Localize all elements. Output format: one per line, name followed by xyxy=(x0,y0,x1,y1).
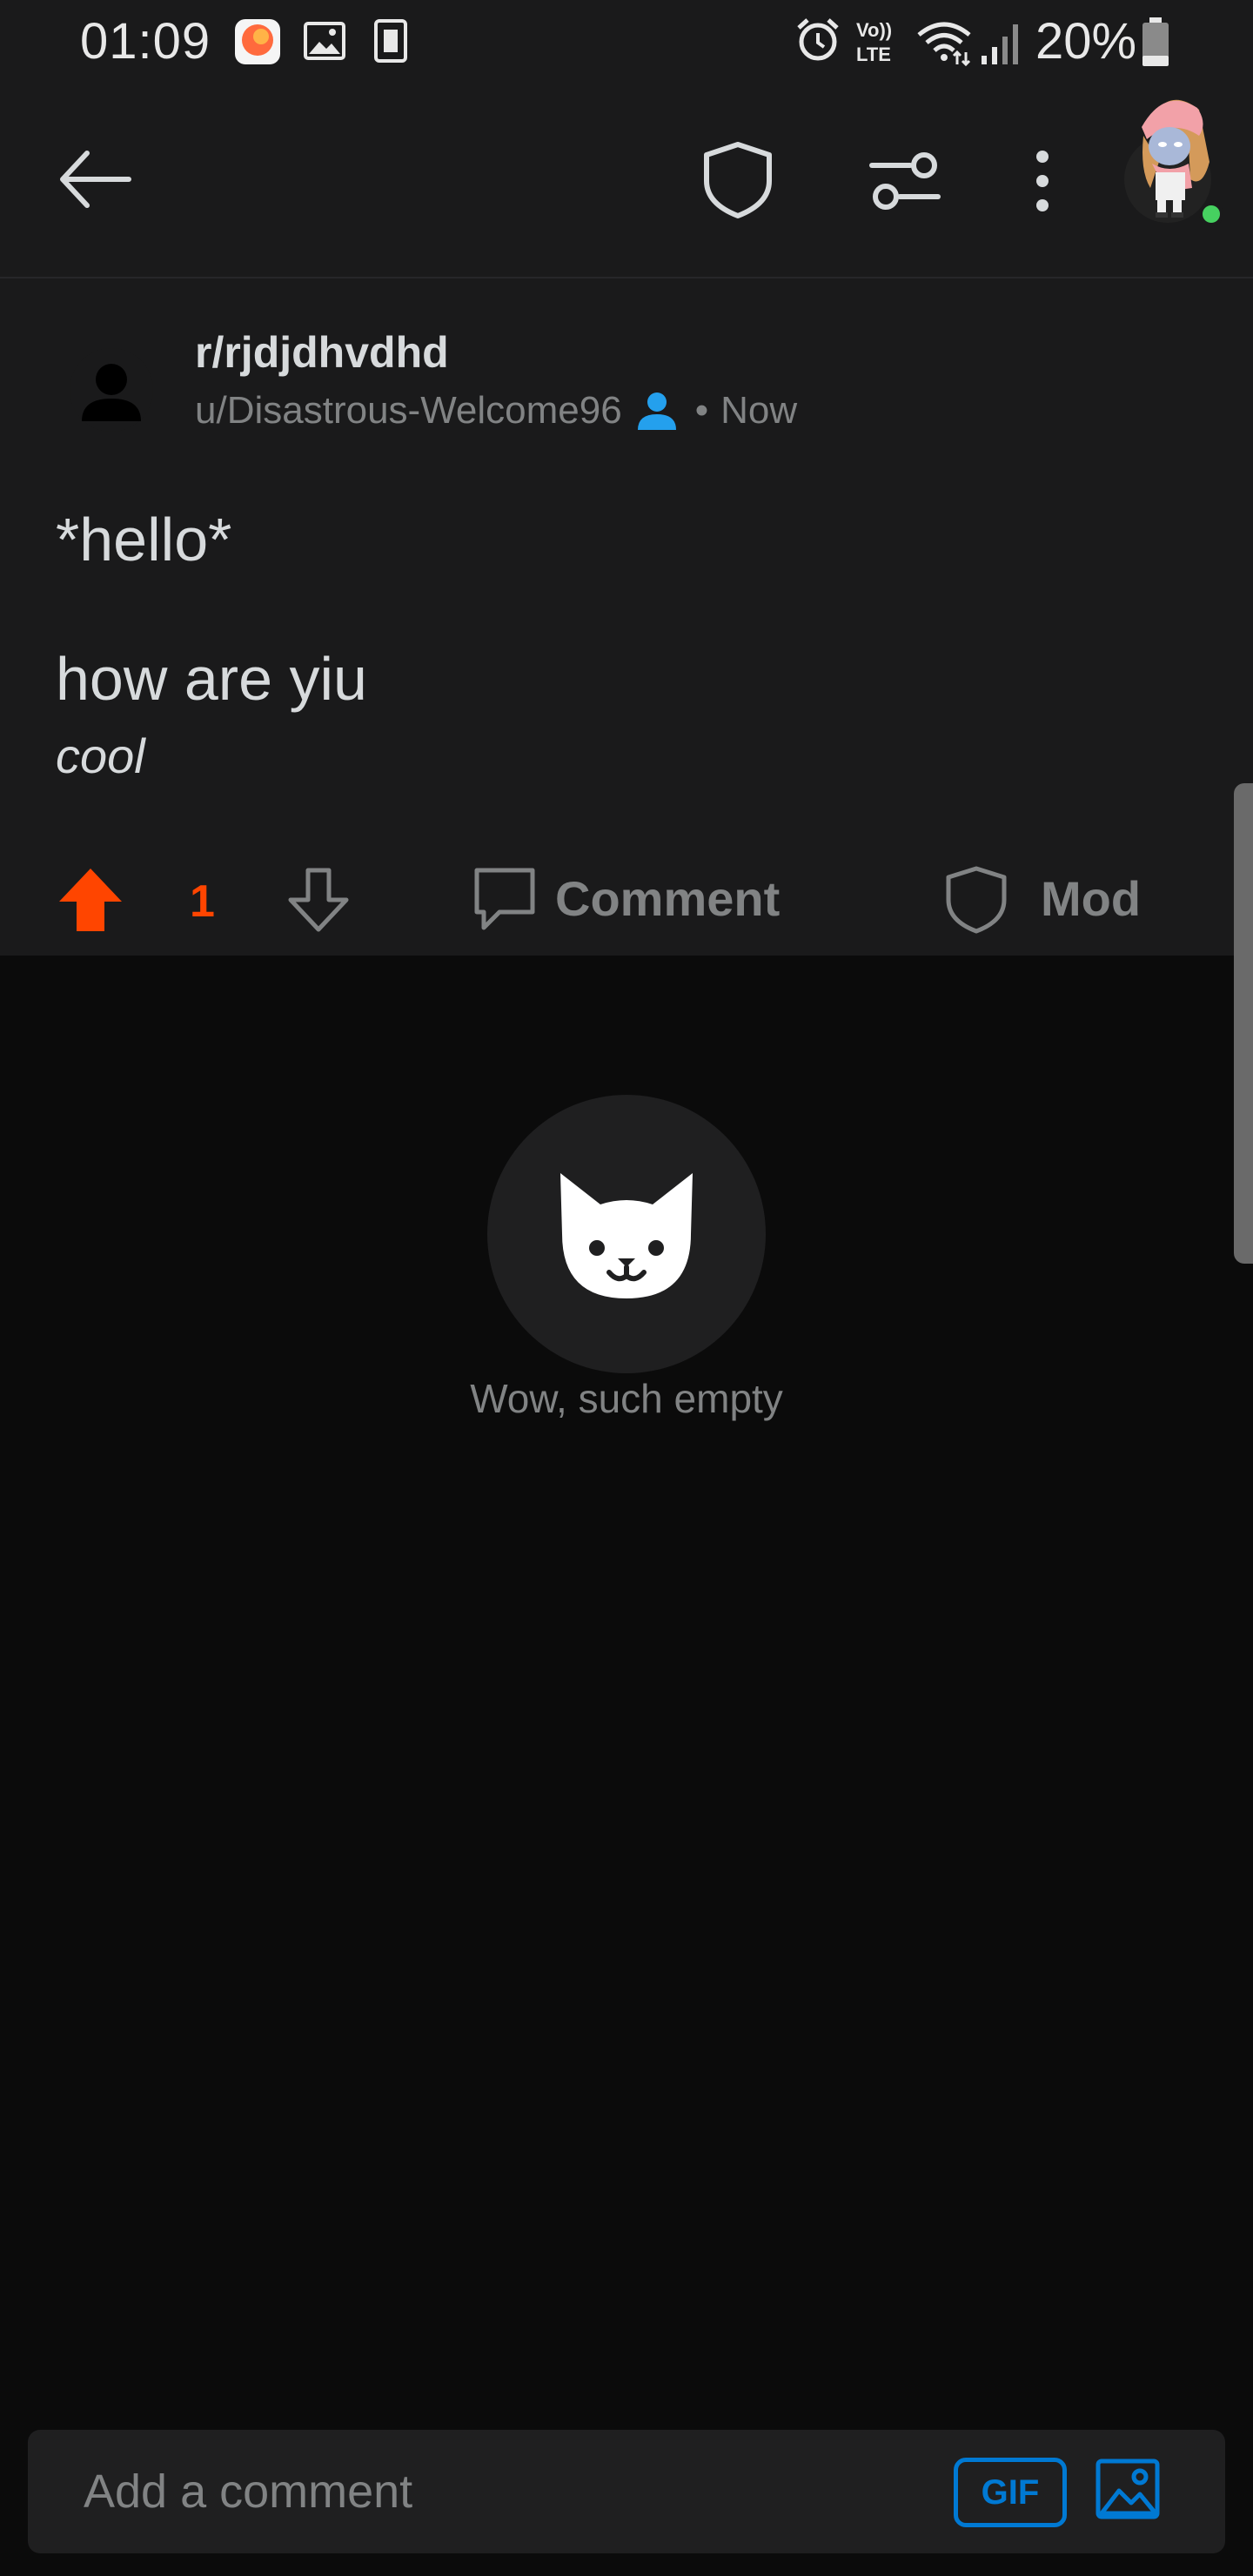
battery-icon xyxy=(1142,17,1169,66)
mod-shield-icon xyxy=(946,866,1007,934)
profile-avatar[interactable] xyxy=(1112,84,1243,231)
svg-text:Vo)): Vo)) xyxy=(856,19,892,41)
cat-face-icon xyxy=(560,1173,693,1298)
status-time: 01:09 xyxy=(80,13,211,70)
vote-count: 1 xyxy=(190,876,215,927)
sim-icon xyxy=(374,19,407,63)
volte-icon: Vo)) LTE xyxy=(856,19,892,65)
status-bar: 01:09 Vo)) LTE 20% xyxy=(0,0,1253,84)
filter-settings-icon[interactable] xyxy=(867,143,943,219)
notification-app-icon xyxy=(235,19,280,64)
subreddit-name[interactable]: r/rjdjdhvdhd xyxy=(195,327,449,378)
meta-separator: • xyxy=(694,389,709,432)
author-name[interactable]: u/Disastrous-Welcome96 xyxy=(195,389,622,433)
online-status-dot xyxy=(1199,202,1223,226)
post-meta: u/Disastrous-Welcome96 • Now xyxy=(195,388,797,433)
gallery-icon xyxy=(304,22,345,60)
comment-composer-bar: Add a comment GIF xyxy=(0,2407,1253,2576)
scrollbar[interactable] xyxy=(1234,783,1253,1264)
comment-button[interactable]: Comment xyxy=(470,858,783,936)
shield-icon[interactable] xyxy=(696,138,780,221)
comment-input[interactable]: Add a comment GIF xyxy=(28,2430,1225,2553)
wifi-icon xyxy=(917,22,971,66)
empty-state-text: Wow, such empty xyxy=(470,1376,783,1421)
gif-button[interactable]: GIF xyxy=(954,2458,1067,2527)
comment-bubble-icon xyxy=(474,868,535,930)
post-action-bar: 1 Comment Mod xyxy=(0,835,1253,956)
post-body-italic: cool xyxy=(56,728,145,783)
back-arrow-icon[interactable] xyxy=(52,136,139,223)
comment-placeholder: Add a comment xyxy=(84,2465,413,2518)
empty-state-badge xyxy=(487,1095,766,1373)
battery-percent: 20% xyxy=(1035,13,1137,70)
user-icon xyxy=(637,392,676,430)
post-card: r/rjdjdhvdhd u/Disastrous-Welcome96 • No… xyxy=(0,278,1253,956)
upvote-arrow-icon[interactable] xyxy=(56,865,125,935)
post-title: *hello* xyxy=(56,506,232,574)
image-upload-icon[interactable] xyxy=(1095,2456,1161,2522)
mod-button[interactable]: Mod xyxy=(941,858,1203,936)
signal-icon xyxy=(982,24,1018,64)
more-vertical-icon[interactable] xyxy=(1025,146,1060,216)
post-body-text: how are yiu xyxy=(56,645,367,713)
top-app-bar xyxy=(0,84,1253,277)
subreddit-avatar[interactable] xyxy=(70,348,153,432)
comment-label: Comment xyxy=(555,871,781,926)
alarm-icon xyxy=(797,18,839,61)
downvote-arrow-icon[interactable] xyxy=(284,865,353,935)
post-time: Now xyxy=(720,389,798,432)
svg-text:LTE: LTE xyxy=(856,44,891,65)
mod-label: Mod xyxy=(1041,871,1142,926)
